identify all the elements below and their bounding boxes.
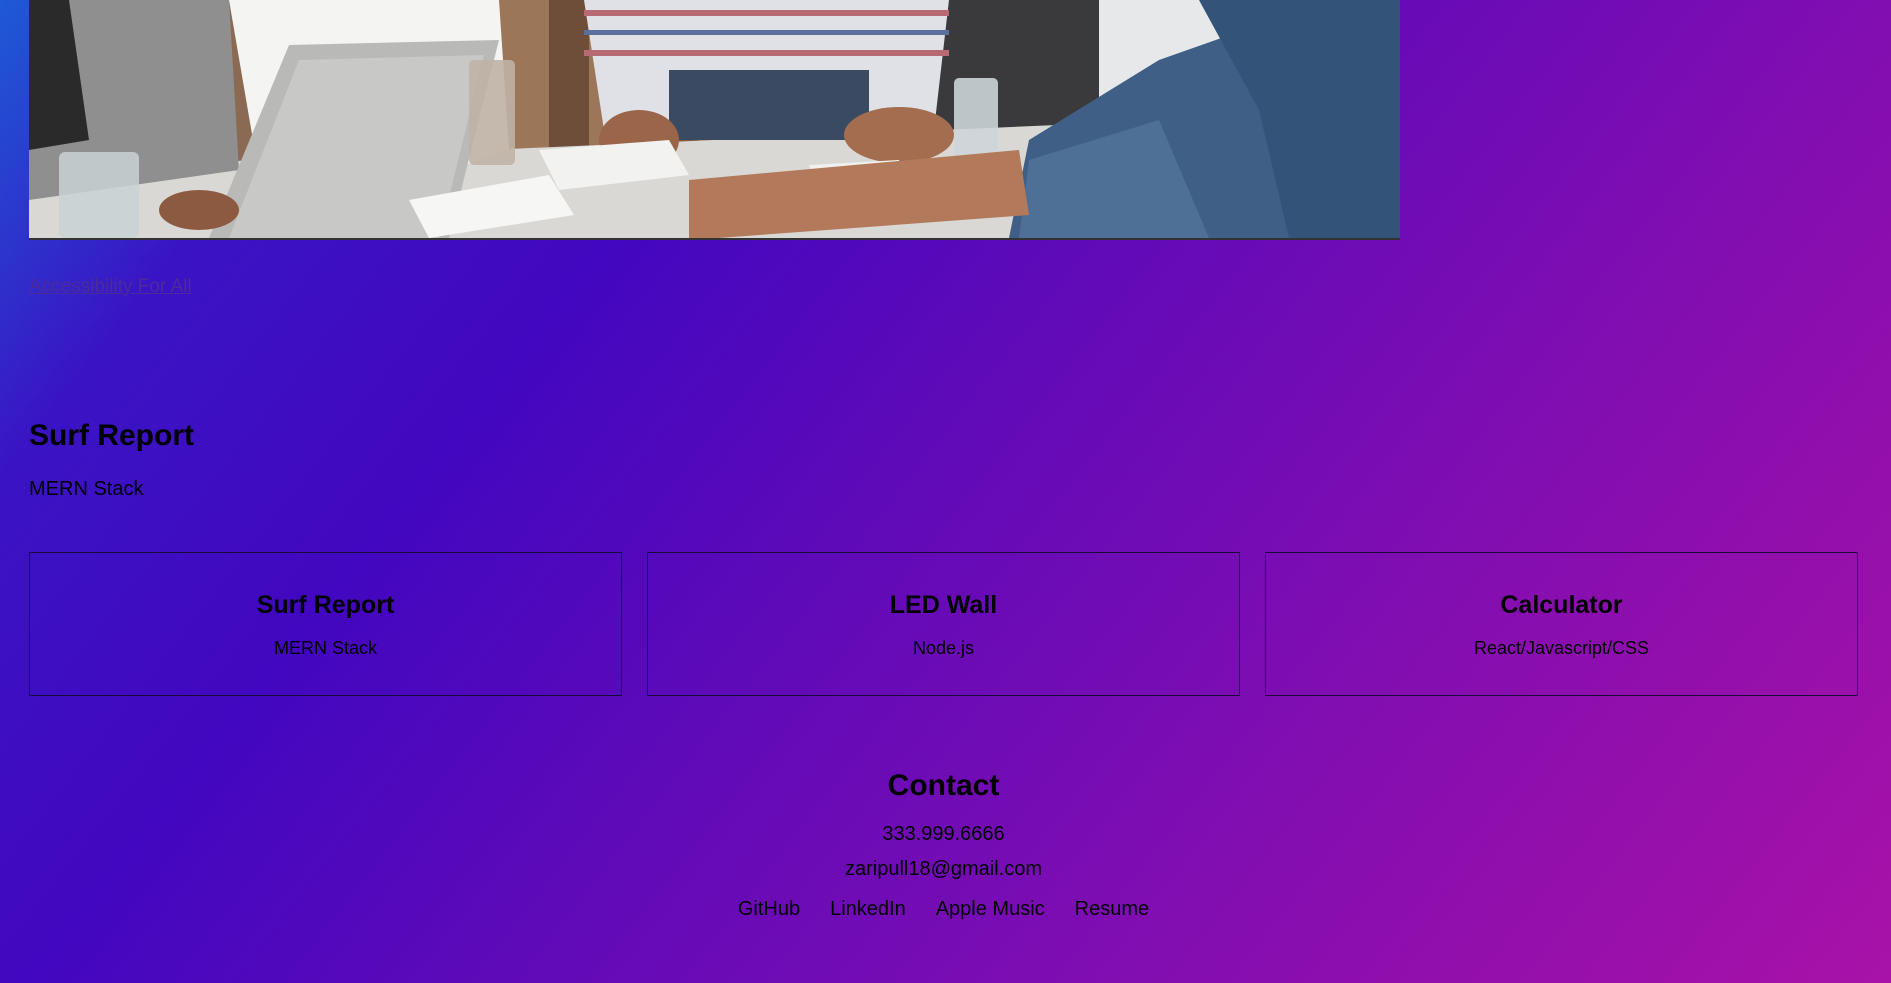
project-card-tech: Node.js [912,638,975,658]
project-card-tech: MERN Stack [273,638,378,658]
project-cards: Surf Report MERN Stack LED Wall Node.js … [29,552,1858,696]
project-card-calculator[interactable]: Calculator React/Javascript/CSS [1265,552,1858,696]
meeting-photo [29,0,1400,238]
project-card-led-wall[interactable]: LED Wall Node.js [647,552,1240,696]
project-card-title: Surf Report [256,591,395,619]
hero-image [29,0,1400,240]
project-card-surf-report[interactable]: Surf Report MERN Stack [29,552,622,696]
project-card-tech: React/Javascript/CSS [1473,638,1650,658]
resume-link[interactable]: Resume [1075,898,1149,921]
featured-project-title: Surf Report [29,419,194,452]
github-link[interactable]: GitHub [738,898,800,921]
project-card-title: Calculator [1500,591,1623,619]
contact-phone: 333.999.6666 [882,823,1005,845]
linkedin-link[interactable]: LinkedIn [830,898,906,921]
featured-project-subtitle: MERN Stack [29,478,144,500]
contact-email: zaripull18@gmail.com [844,858,1043,880]
contact-heading: Contact [887,769,1000,802]
apple-music-link[interactable]: Apple Music [936,898,1045,921]
contact-section: Contact 333.999.6666 zaripull18@gmail.co… [0,769,1887,921]
accessibility-for-all-link[interactable]: Accessibility For All [29,276,192,298]
project-card-title: LED Wall [889,591,998,619]
contact-links: GitHub LinkedIn Apple Music Resume [0,898,1887,921]
